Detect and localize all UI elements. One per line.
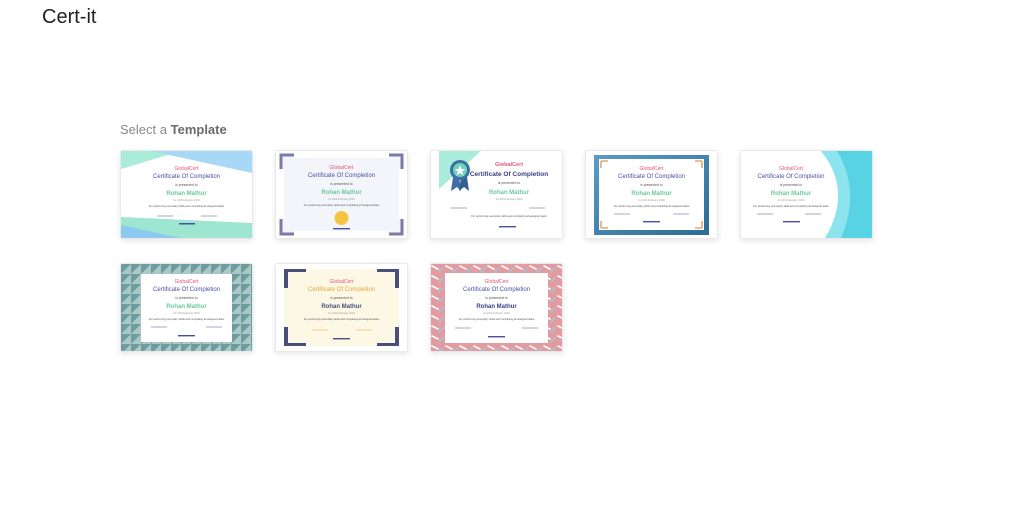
template-card-3[interactable]: GlobalCert Certificate Of Completion is … (430, 150, 563, 239)
gold-seal-icon (334, 211, 349, 225)
section-label: Select a Template (120, 122, 227, 137)
template-5-preview: GlobalCert Certificate Of Completion is … (741, 151, 872, 238)
template-5-body: For performing exemplary skills and comp… (753, 204, 829, 208)
template-3-brand: GlobalCert (495, 162, 523, 168)
template-card-7[interactable]: GlobalCert Certificate Of Completion is … (275, 263, 408, 352)
ribbon-badge-icon (450, 160, 470, 191)
template-card-6[interactable]: GlobalCert Certificate Of Completion is … (120, 263, 253, 352)
template-1-title: Certificate Of Completion (153, 174, 220, 180)
template-8-title: Certificate Of Completion (463, 287, 530, 293)
template-5-name: Rohan Mathur (771, 191, 812, 197)
template-7-presented: is presented to (330, 296, 352, 300)
template-7-brand: GlobalCert (330, 279, 355, 285)
template-2-name: Rohan Mathur (321, 190, 362, 196)
template-8-preview: GlobalCert Certificate Of Completion is … (431, 264, 562, 351)
template-card-4[interactable]: GlobalCert Certificate Of Completion is … (585, 150, 718, 239)
template-5-presented: is presented to (780, 183, 802, 187)
template-3-body: For performing exemplary skills and comp… (471, 214, 547, 218)
template-2-presented: is presented to (330, 182, 352, 186)
template-7-body: For performing exemplary skills and comp… (304, 317, 380, 321)
template-7-name: Rohan Mathur (321, 304, 362, 310)
template-2-brand: GlobalCert (330, 165, 355, 171)
template-6-presented: is presented to (175, 296, 197, 300)
template-3-date: for 23rd February 2020 (496, 197, 523, 201)
template-5-brand: GlobalCert (779, 166, 804, 172)
template-2-date: for 23rd February 2020 (328, 197, 355, 201)
app-title: Cert-it (42, 6, 97, 28)
template-card-5[interactable]: GlobalCert Certificate Of Completion is … (740, 150, 873, 239)
template-4-name: Rohan Mathur (631, 191, 672, 197)
template-4-brand: GlobalCert (640, 166, 665, 172)
template-1-preview: GlobalCert Certificate Of Completion is … (121, 151, 252, 238)
template-1-name: Rohan Mathur (166, 191, 207, 197)
template-card-8[interactable]: GlobalCert Certificate Of Completion is … (430, 263, 563, 352)
template-card-1[interactable]: GlobalCert Certificate Of Completion is … (120, 150, 253, 239)
template-4-title: Certificate Of Completion (618, 174, 685, 180)
template-3-preview: GlobalCert Certificate Of Completion is … (431, 151, 562, 238)
template-8-body: For performing exemplary skills and comp… (459, 317, 535, 321)
template-8-presented: is presented to (485, 296, 507, 300)
template-2-body: For performing exemplary skills and comp… (304, 203, 380, 207)
template-1-brand: GlobalCert (175, 166, 200, 172)
template-1-body: For performing exemplary skills and comp… (149, 204, 225, 208)
template-5-title: Certificate Of Completion (757, 174, 824, 180)
template-6-title: Certificate Of Completion (153, 287, 220, 293)
template-8-name: Rohan Mathur (476, 304, 517, 310)
template-4-body: For performing exemplary skills and comp… (614, 204, 690, 208)
template-7-preview: GlobalCert Certificate Of Completion is … (276, 264, 407, 351)
template-1-date: for 23rd February 2020 (173, 198, 200, 202)
template-3-name: Rohan Mathur (489, 190, 530, 196)
template-5-date: for 23rd February 2020 (778, 198, 805, 202)
template-8-date: for 23rd February 2020 (483, 311, 510, 315)
template-6-brand: GlobalCert (175, 279, 200, 285)
template-card-2[interactable]: GlobalCert Certificate Of Completion is … (275, 150, 408, 239)
template-2-title: Certificate Of Completion (308, 173, 375, 179)
template-6-preview: GlobalCert Certificate Of Completion is … (121, 264, 252, 351)
template-3-title: Certificate Of Completion (470, 171, 548, 178)
template-3-presented: is presented to (498, 181, 520, 185)
template-8-brand: GlobalCert (485, 279, 510, 285)
template-4-date: for 23rd February 2020 (638, 198, 665, 202)
section-label-prefix: Select a (120, 122, 167, 137)
template-7-date: for 23rd February 2020 (328, 311, 355, 315)
template-4-presented: is presented to (640, 183, 662, 187)
template-6-body: For performing exemplary skills and comp… (149, 317, 225, 321)
template-2-preview: GlobalCert Certificate Of Completion is … (276, 151, 407, 238)
template-6-date: for 23rd February 2020 (173, 311, 200, 315)
template-4-preview: GlobalCert Certificate Of Completion is … (586, 151, 717, 238)
template-1-presented: is presented to (175, 183, 197, 187)
section-label-strong: Template (170, 122, 227, 137)
template-7-title: Certificate Of Completion (308, 287, 375, 293)
template-6-name: Rohan Mathur (166, 304, 207, 310)
